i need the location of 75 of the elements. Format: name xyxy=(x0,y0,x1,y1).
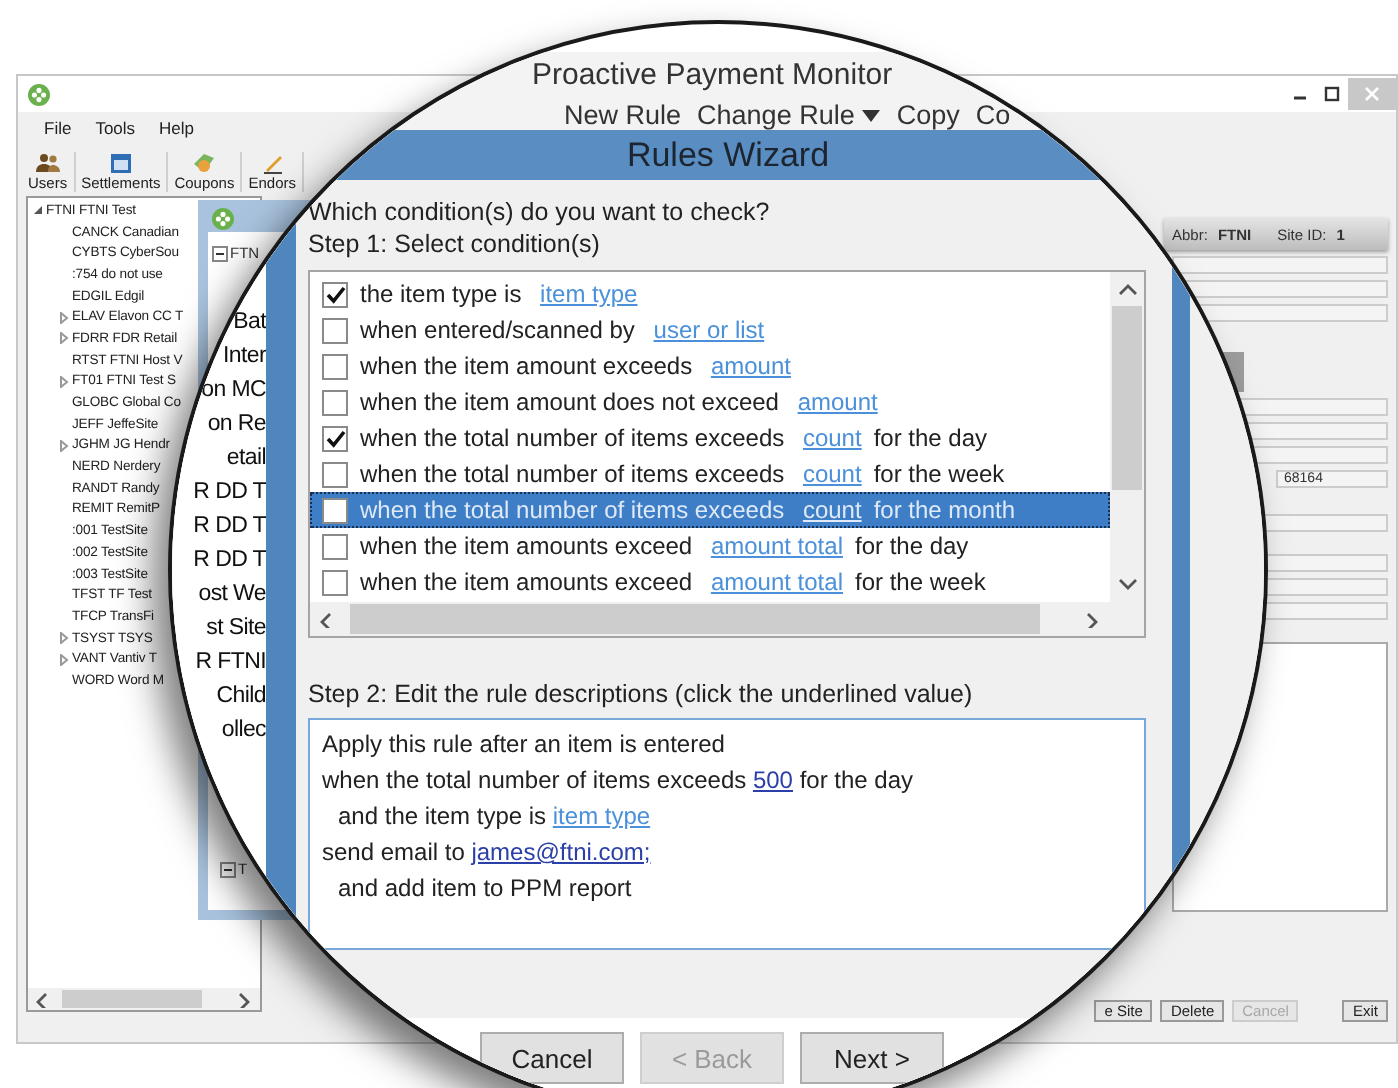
wizard-button[interactable]: Next > xyxy=(800,1032,944,1084)
checkbox[interactable] xyxy=(322,425,348,451)
checkbox[interactable] xyxy=(322,281,348,307)
rule-text: send email to xyxy=(322,838,467,866)
menu-item[interactable]: Co xyxy=(975,100,1011,130)
tree-item: on MC xyxy=(201,376,266,406)
tree-item: st Site xyxy=(206,614,266,644)
maximize-icon[interactable] xyxy=(1324,86,1340,102)
users-icon xyxy=(35,152,60,174)
horizontal-scrollbar[interactable] xyxy=(310,602,1110,636)
checkbox[interactable] xyxy=(322,533,348,559)
checkmark-icon xyxy=(325,285,345,303)
rule-link[interactable]: james@ftni.com; xyxy=(471,838,651,866)
tree-item: on Re xyxy=(207,410,266,440)
tree-item: Inter xyxy=(222,342,266,372)
condition-row[interactable]: when the total number of items exceeds count for the day xyxy=(310,420,1110,456)
tree-item: R DD T xyxy=(193,512,266,542)
calendar-icon xyxy=(109,152,132,174)
condition-row[interactable]: when the item amount does not exceed amount xyxy=(310,384,1110,420)
collapse-box-icon[interactable] xyxy=(212,245,228,261)
question-text: Which condition(s) do you want to check? xyxy=(308,196,772,228)
menu-item[interactable]: File xyxy=(44,118,72,138)
scroll-right-icon[interactable] xyxy=(234,991,254,1007)
expand-arrow-icon[interactable] xyxy=(57,439,69,452)
vertical-scrollbar[interactable] xyxy=(1110,272,1144,602)
menu-item[interactable]: Change Rule xyxy=(697,100,881,130)
condition-row[interactable]: the item type is item type xyxy=(310,276,1110,312)
scroll-up-icon[interactable] xyxy=(1117,282,1137,298)
rule-text: for the day xyxy=(797,766,914,794)
menu-item[interactable]: New Rule xyxy=(564,100,682,130)
rule-text: when the total number of items exceeds xyxy=(322,766,749,794)
step-label: Step 1: Select condition(s) xyxy=(308,228,602,260)
tree-item: R DD T xyxy=(193,478,266,508)
coupon-icon xyxy=(192,152,217,174)
tree-item: ost We xyxy=(198,580,266,610)
rule-text: and the item type is xyxy=(338,802,549,830)
rule-text: and add item to PPM report xyxy=(338,874,632,902)
checkbox[interactable] xyxy=(322,353,348,379)
condition-row[interactable]: when the total number of items exceeds count for the week xyxy=(310,456,1110,492)
rule-link[interactable]: 500 xyxy=(752,766,793,794)
checkbox[interactable] xyxy=(322,389,348,415)
window-title: Proactive Payment Monitor xyxy=(532,58,893,92)
rule-text: Apply this rule after an item is entered xyxy=(322,730,725,758)
pencil-icon xyxy=(261,152,284,174)
input-field[interactable] xyxy=(1172,256,1388,274)
app-logo-icon xyxy=(212,208,234,230)
wizard-button[interactable]: Cancel xyxy=(480,1032,624,1084)
checkbox[interactable] xyxy=(322,497,348,523)
app-logo-icon xyxy=(28,83,50,105)
tree-item: etail xyxy=(226,444,266,474)
checkbox[interactable] xyxy=(322,317,348,343)
condition-row[interactable]: when entered/scanned by user or list xyxy=(310,312,1110,348)
tree-item: ollec xyxy=(221,716,266,746)
scroll-right-icon[interactable] xyxy=(1082,611,1102,627)
checkbox[interactable] xyxy=(322,569,348,595)
tree-item: R DD T xyxy=(193,546,266,576)
tree-item: Child xyxy=(216,682,266,712)
menu-item[interactable]: Help xyxy=(159,118,195,138)
checkmark-icon xyxy=(325,429,345,447)
step-label: Step 2: Edit the rule descriptions (click the underlined value) xyxy=(308,678,975,710)
close-icon xyxy=(1364,86,1380,102)
menu-item[interactable]: Tools xyxy=(95,118,136,138)
condition-row[interactable]: when the item amount exceeds amount xyxy=(310,348,1110,384)
scroll-down-icon[interactable] xyxy=(1117,576,1137,592)
menu-item[interactable]: Copy xyxy=(896,100,960,130)
checkbox[interactable] xyxy=(322,461,348,487)
collapse-box-icon[interactable] xyxy=(220,861,236,877)
horizontal-scrollbar[interactable] xyxy=(28,988,260,1010)
condition-row[interactable]: when the item amounts exceed amount total for the week xyxy=(310,564,1110,600)
condition-row[interactable]: when the item amounts exceed amount total for the day xyxy=(310,528,1110,564)
tree-item: Bat xyxy=(233,308,266,338)
dialog-title: Rules Wizard xyxy=(626,136,830,174)
tree-item: R FTNI xyxy=(195,648,266,678)
collapse-arrow-icon[interactable] xyxy=(31,204,43,217)
expand-arrow-icon[interactable] xyxy=(57,375,69,388)
